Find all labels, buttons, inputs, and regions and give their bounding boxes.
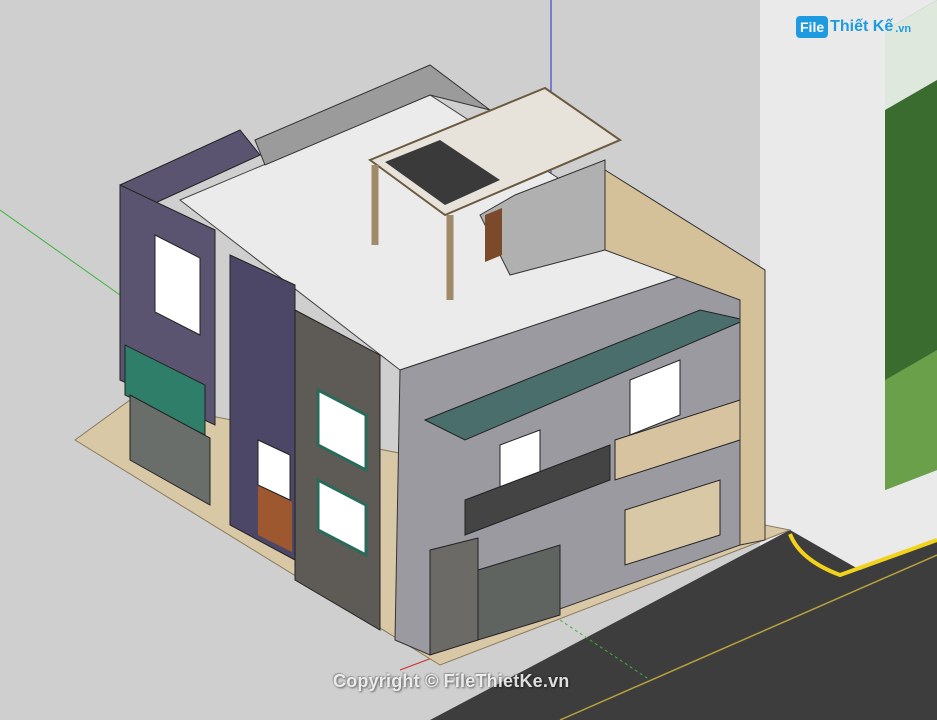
logo-suffix: .vn	[895, 23, 912, 35]
logo-text: Thiết Kế	[830, 18, 894, 35]
stone-base	[429, 537, 479, 656]
copyright-watermark: Copyright © FileThietKe.vn	[333, 671, 570, 691]
logo-badge: File	[796, 16, 829, 38]
3d-model-scene[interactable]	[0, 0, 937, 720]
axis-green	[0, 209, 121, 296]
site-logo[interactable]: File Thiết Kế .vn	[796, 14, 911, 40]
stair-door	[485, 208, 502, 262]
sketchup-viewport[interactable]: File Thiết Kế .vn Copyright © FileThietK…	[0, 0, 937, 720]
